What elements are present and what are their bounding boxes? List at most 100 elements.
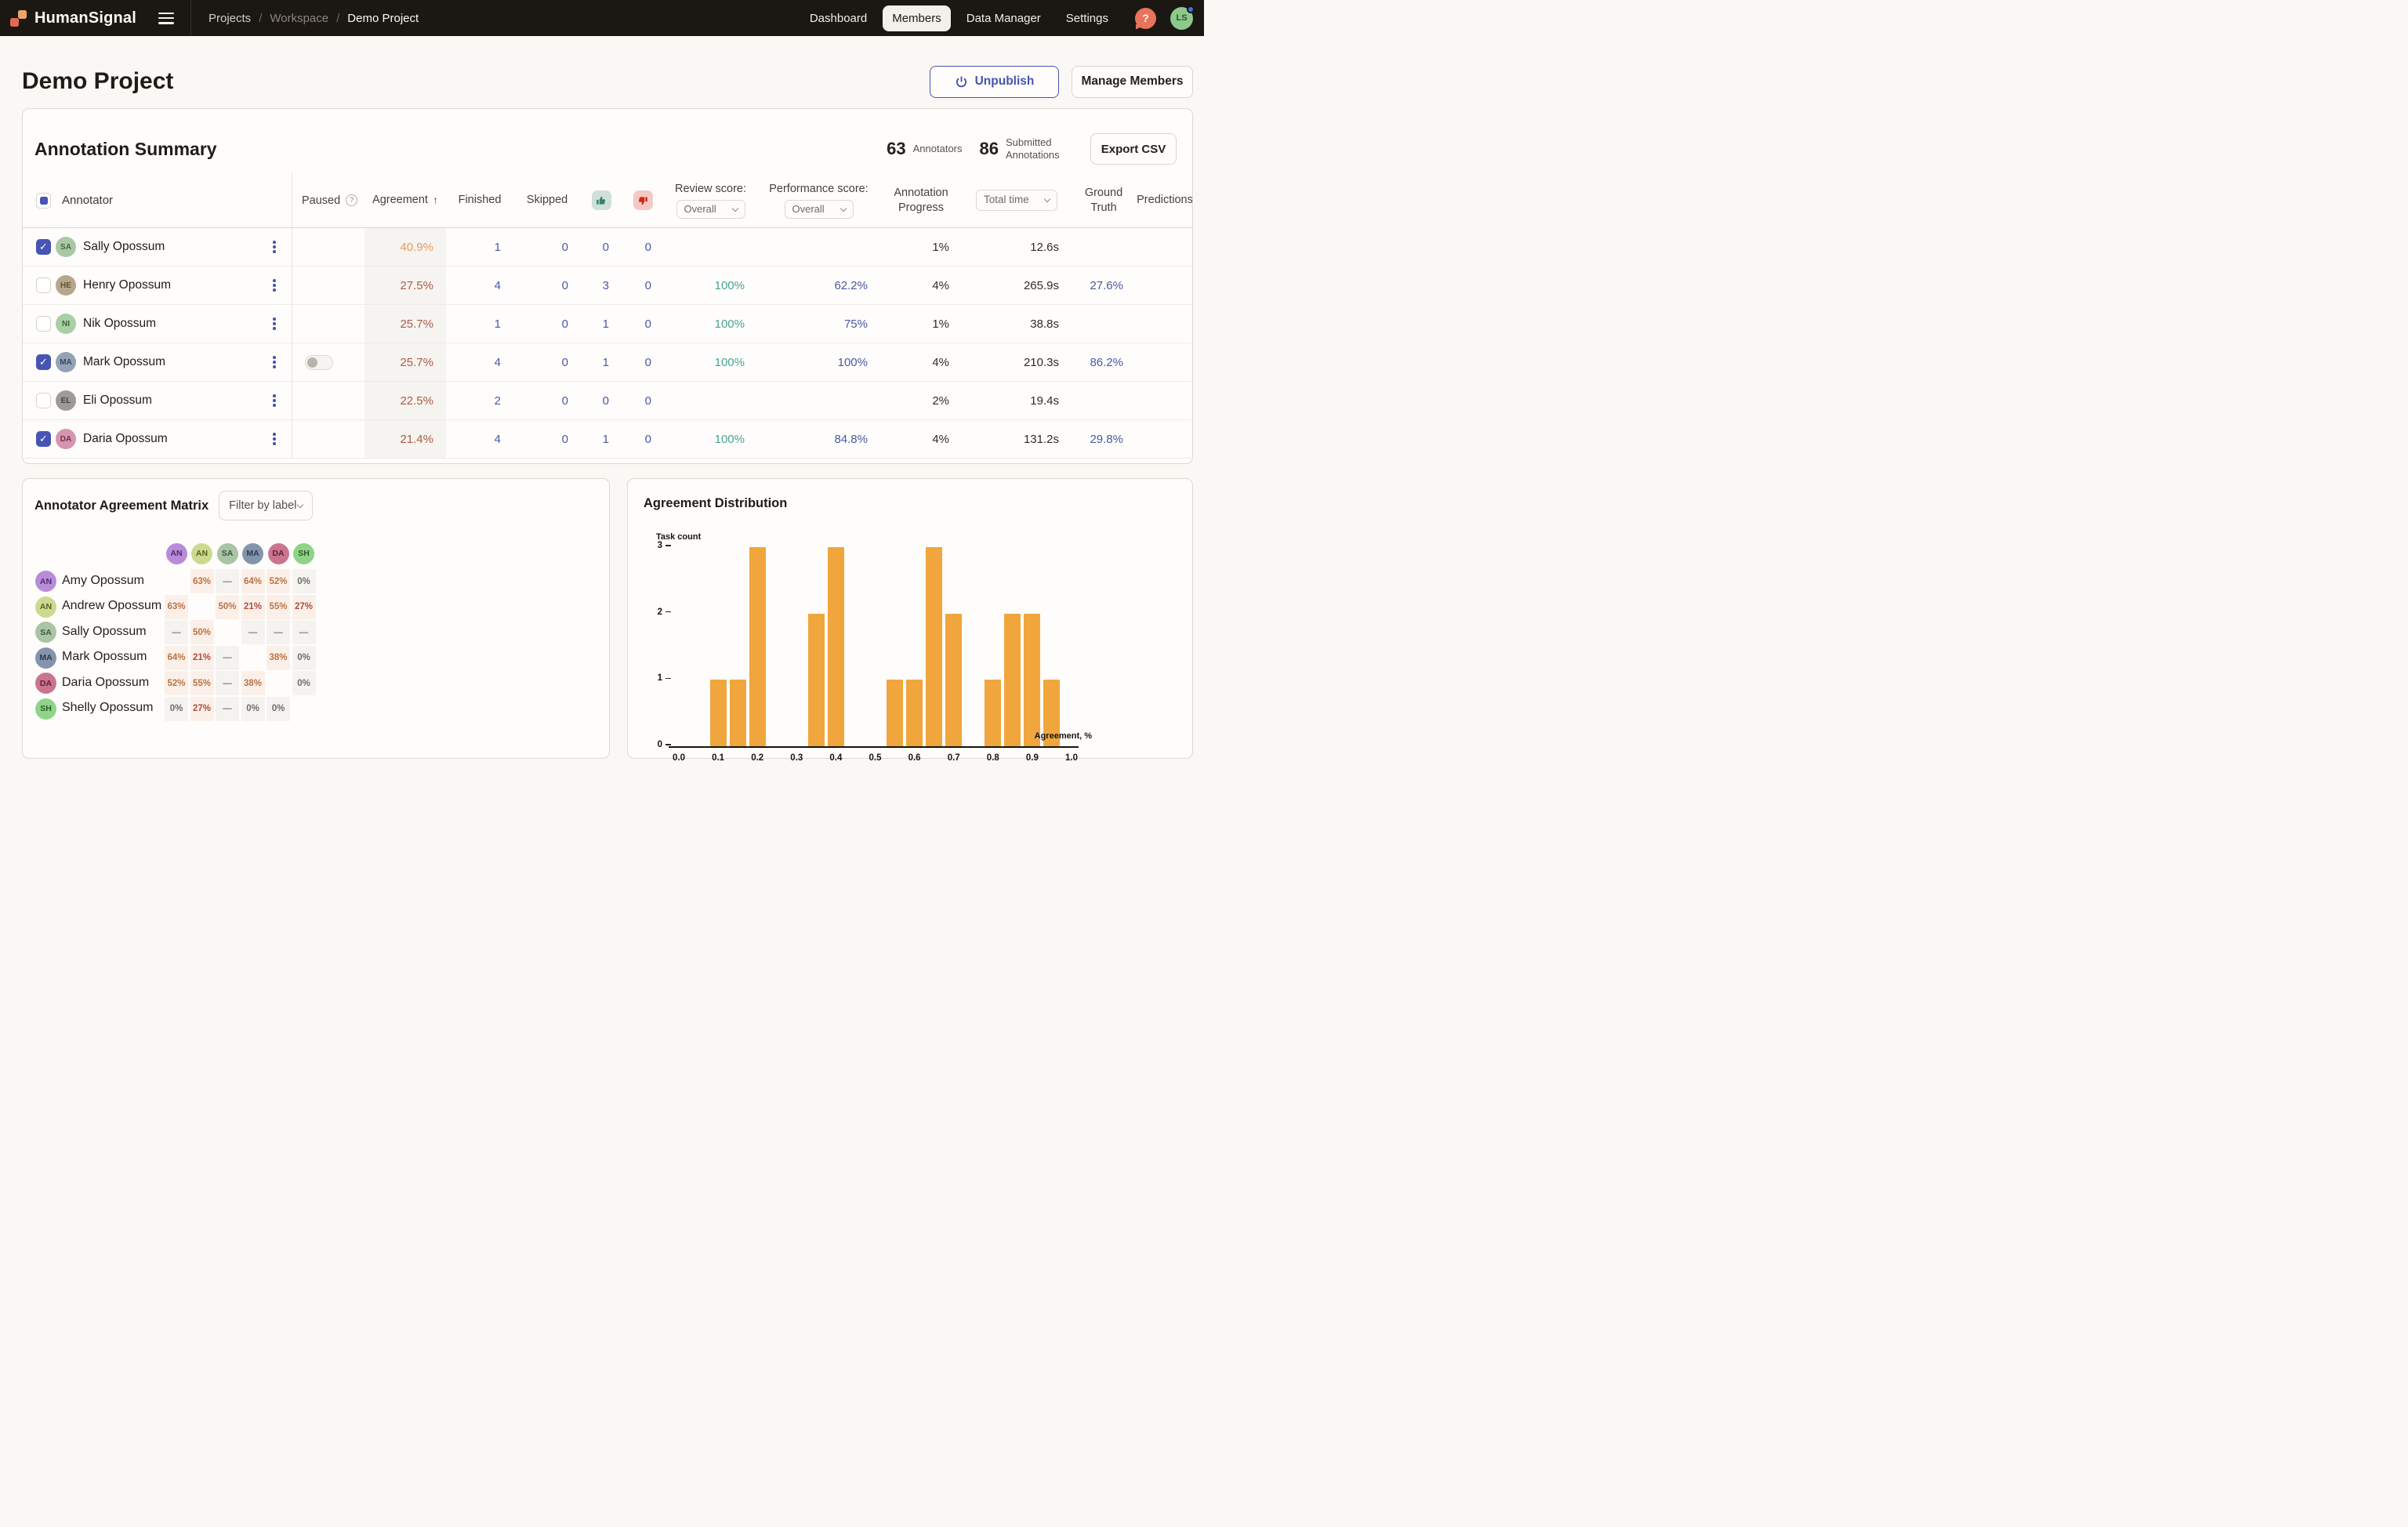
performance-score-select[interactable]: Overall xyxy=(785,200,854,219)
thumbs-up-cell: 0 xyxy=(581,228,622,266)
matrix-cell: 38% xyxy=(241,671,265,695)
summary-title: Annotation Summary xyxy=(34,139,217,160)
nav-item-dashboard[interactable]: Dashboard xyxy=(800,5,876,31)
total-time-select[interactable]: Total time xyxy=(976,190,1057,211)
agreement-column-header[interactable]: Agreement xyxy=(372,193,428,207)
chevron-down-icon xyxy=(731,205,738,211)
histogram-bar xyxy=(749,547,766,746)
ground-truth-cell xyxy=(1072,228,1136,266)
progress-cell: 4% xyxy=(880,267,962,304)
thumbs-down-cell: 0 xyxy=(622,343,664,381)
thumbs-down-cell: 0 xyxy=(622,382,664,419)
skipped-cell: 0 xyxy=(513,382,581,419)
review-score-cell: 100% xyxy=(664,267,757,304)
row-checkbox[interactable] xyxy=(36,393,51,408)
finished-cell: 4 xyxy=(446,343,513,381)
matrix-row-name: Sally Opossum xyxy=(62,625,147,639)
paused-cell xyxy=(292,305,364,343)
finished-column-header[interactable]: Finished xyxy=(446,193,513,207)
review-score-select[interactable]: Overall xyxy=(676,200,745,219)
paused-toggle[interactable] xyxy=(305,355,333,370)
matrix-column-avatar: MA xyxy=(242,543,263,564)
nav-item-members[interactable]: Members xyxy=(883,5,951,31)
finished-cell: 4 xyxy=(446,420,513,458)
total-time-cell: 131.2s xyxy=(962,420,1072,458)
nav-item-settings[interactable]: Settings xyxy=(1057,5,1118,31)
table-row: NI Nik Opossum 25.7% 1 0 1 0 100% 75% 1%… xyxy=(23,305,1192,343)
kebab-menu-icon[interactable] xyxy=(268,430,281,448)
row-checkbox[interactable]: ✓ xyxy=(36,354,51,370)
menu-icon[interactable] xyxy=(158,13,174,24)
x-axis-tick: 0.1 xyxy=(705,753,731,763)
matrix-row-avatar: SA xyxy=(35,622,56,643)
thumbs-up-icon[interactable] xyxy=(592,190,611,210)
progress-column-header[interactable]: Annotation Progress xyxy=(880,186,962,214)
matrix-row-name: Shelly Opossum xyxy=(62,701,154,715)
paused-cell xyxy=(292,382,364,419)
review-score-header: Review score: xyxy=(675,182,746,196)
progress-cell: 1% xyxy=(880,305,962,343)
predictions-cell xyxy=(1136,305,1193,343)
review-score-cell xyxy=(664,228,757,266)
breadcrumb-workspace[interactable]: Workspace xyxy=(270,12,328,25)
user-avatar[interactable]: LS xyxy=(1170,7,1193,30)
table-row: ✓ MA Mark Opossum 25.7% 4 0 1 0 100% 100… xyxy=(23,343,1192,382)
annotator-column-header[interactable]: Annotator xyxy=(62,194,113,207)
annotator-name: Henry Opossum xyxy=(83,278,171,292)
review-score-cell: 100% xyxy=(664,343,757,381)
progress-cell: 1% xyxy=(880,228,962,266)
kebab-menu-icon[interactable] xyxy=(268,238,281,256)
brand[interactable]: HumanSignal xyxy=(9,9,136,27)
unpublish-button[interactable]: Unpublish xyxy=(930,66,1059,98)
help-icon[interactable]: ? xyxy=(1135,8,1156,29)
breadcrumb-projects[interactable]: Projects xyxy=(209,12,251,25)
x-axis-tick: 0.0 xyxy=(665,753,692,763)
nav-item-data-manager[interactable]: Data Manager xyxy=(957,5,1050,31)
row-checkbox[interactable] xyxy=(36,316,51,332)
row-checkbox[interactable]: ✓ xyxy=(36,431,51,447)
table-header-row: Annotator Paused? Agreement↑ Finished Sk… xyxy=(23,173,1192,228)
kebab-menu-icon[interactable] xyxy=(268,353,281,372)
finished-cell: 1 xyxy=(446,305,513,343)
matrix-cell: 38% xyxy=(267,646,290,670)
nav-divider xyxy=(190,0,191,36)
export-csv-button[interactable]: Export CSV xyxy=(1090,133,1177,165)
matrix-cell: 55% xyxy=(267,595,290,619)
ground-truth-cell: 27.6% xyxy=(1072,267,1136,304)
x-axis-line xyxy=(669,746,1079,748)
matrix-cell: 52% xyxy=(165,671,188,695)
x-axis-tick: 0.9 xyxy=(1019,753,1046,763)
skipped-column-header[interactable]: Skipped xyxy=(513,193,581,207)
thumbs-up-cell: 1 xyxy=(581,420,622,458)
page-header: Demo Project Unpublish Manage Members xyxy=(0,36,1204,108)
kebab-menu-icon[interactable] xyxy=(268,391,281,410)
kebab-menu-icon[interactable] xyxy=(268,276,281,295)
filter-by-label-select[interactable]: Filter by label xyxy=(219,491,313,520)
manage-members-button[interactable]: Manage Members xyxy=(1072,66,1193,98)
performance-score-cell: 84.8% xyxy=(757,420,880,458)
performance-score-value: Overall xyxy=(792,203,825,216)
y-axis-tick: 1 xyxy=(651,673,671,683)
review-score-cell xyxy=(664,382,757,419)
x-axis-tick: 0.4 xyxy=(822,753,849,763)
matrix-row-name: Amy Opossum xyxy=(62,574,144,588)
performance-score-cell: 100% xyxy=(757,343,880,381)
agreement-cell: 40.9% xyxy=(364,228,446,266)
row-checkbox[interactable] xyxy=(36,277,51,293)
thumbs-up-cell: 0 xyxy=(581,382,622,419)
paused-cell xyxy=(292,343,364,381)
histogram-bar xyxy=(985,680,1001,746)
review-score-value: Overall xyxy=(684,203,716,216)
agreement-distribution-card: Agreement Distribution Task count 32100.… xyxy=(627,478,1193,759)
select-all-checkbox[interactable] xyxy=(36,193,51,209)
thumbs-down-icon[interactable] xyxy=(633,190,653,210)
sort-asc-icon[interactable]: ↑ xyxy=(433,194,438,208)
predictions-column-header[interactable]: Predictions xyxy=(1136,193,1193,207)
paused-help-icon[interactable]: ? xyxy=(346,194,357,206)
review-score-cell: 100% xyxy=(664,305,757,343)
row-checkbox[interactable]: ✓ xyxy=(36,239,51,255)
ground-truth-column-header[interactable]: Ground Truth xyxy=(1072,186,1136,214)
total-time-cell: 19.4s xyxy=(962,382,1072,419)
skipped-cell: 0 xyxy=(513,228,581,266)
kebab-menu-icon[interactable] xyxy=(268,314,281,333)
